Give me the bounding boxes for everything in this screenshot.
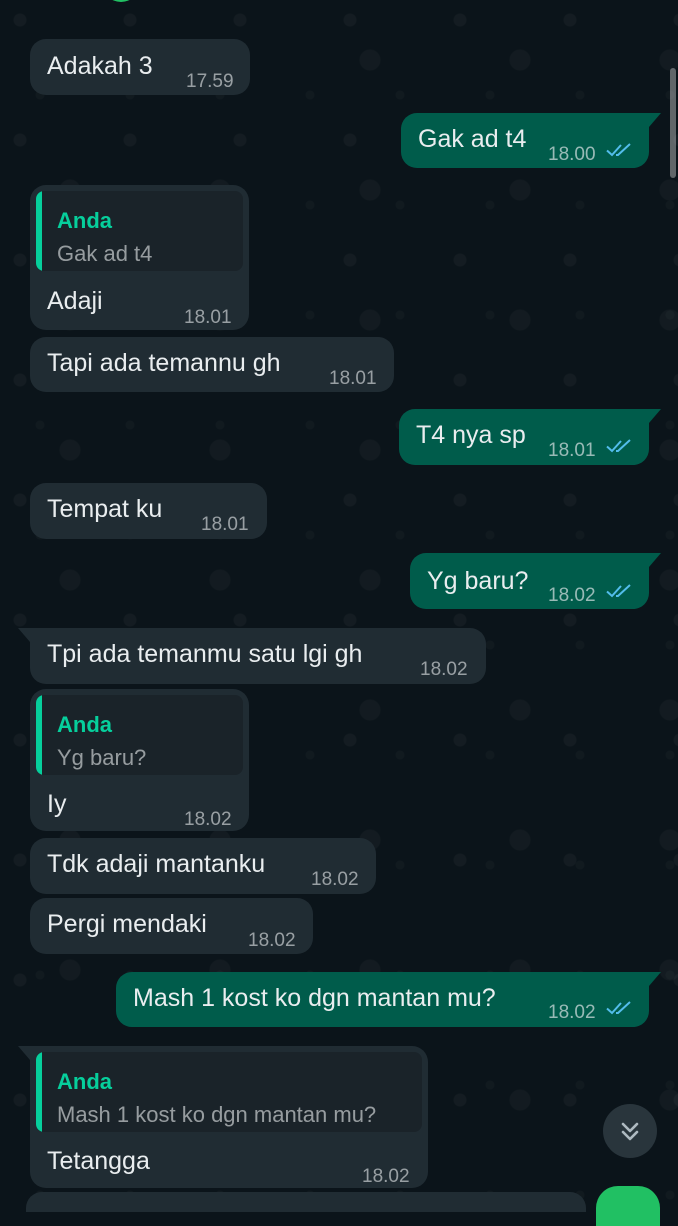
message-time: 18.01 [201, 514, 249, 535]
message-outgoing[interactable]: Yg baru? 18.02 [410, 553, 661, 609]
quote-accent-bar [36, 1052, 42, 1132]
bubble-tail [649, 409, 661, 423]
bubble-tail [649, 113, 661, 127]
message-incoming[interactable]: Tapi ada temannu gh 18.01 [30, 337, 394, 392]
message-text: Pergi mendaki [47, 910, 207, 938]
message-text: Tempat ku [47, 495, 163, 523]
quoted-message[interactable]: Anda Yg baru? [36, 695, 243, 775]
action-fab[interactable] [596, 1186, 660, 1226]
quoted-author: Anda [57, 208, 112, 233]
scroll-to-bottom-button[interactable] [603, 1104, 657, 1158]
message-text: T4 nya sp [416, 421, 526, 449]
message-incoming-reply[interactable]: Anda Gak ad t4 Adaji 18.01 [30, 185, 249, 330]
message-time: 18.02 [184, 809, 232, 830]
quoted-author: Anda [57, 1069, 112, 1094]
message-text: Iy [47, 790, 67, 818]
next-message-partial [26, 1192, 586, 1212]
message-time: 18.02 [548, 585, 596, 606]
chevron-double-down-icon [621, 1122, 639, 1141]
message-text: Mash 1 kost ko dgn mantan mu? [133, 984, 496, 1012]
message-incoming[interactable]: Adakah 3 17.59 [30, 39, 250, 95]
message-incoming[interactable]: Tempat ku 18.01 [30, 483, 267, 539]
message-incoming[interactable]: Tdk adaji mantanku 18.02 [30, 838, 376, 894]
quoted-message[interactable]: Anda Mash 1 kost ko dgn mantan mu? [36, 1052, 422, 1132]
message-text: Tetangga [47, 1147, 150, 1175]
message-time: 18.02 [548, 1002, 596, 1023]
double-check-icon [606, 143, 631, 157]
message-time: 18.01 [329, 368, 377, 389]
message-incoming-reply[interactable]: Anda Mash 1 kost ko dgn mantan mu? Tetan… [18, 1046, 428, 1188]
message-incoming[interactable]: Pergi mendaki 18.02 [30, 898, 313, 954]
message-time: 18.02 [362, 1166, 410, 1187]
double-check-icon [606, 1001, 631, 1015]
quote-accent-bar [36, 695, 42, 775]
message-incoming-reply[interactable]: Anda Yg baru? Iy 18.02 [30, 689, 249, 831]
message-incoming[interactable]: Tpi ada temanmu satu lgi gh 18.02 [18, 628, 486, 684]
message-outgoing[interactable]: Mash 1 kost ko dgn mantan mu? 18.02 [116, 972, 661, 1027]
message-text: Tapi ada temannu gh [47, 349, 281, 377]
message-text: Tpi ada temanmu satu lgi gh [47, 640, 363, 668]
bubble-tail [18, 628, 30, 642]
message-text: Adaji [47, 287, 103, 315]
double-check-icon [606, 439, 631, 453]
message-time: 18.01 [548, 440, 596, 461]
message-time: 18.02 [311, 869, 359, 890]
bubble-tail [649, 972, 661, 986]
quoted-text: Gak ad t4 [57, 241, 153, 266]
message-outgoing[interactable]: T4 nya sp 18.01 [399, 409, 661, 465]
quoted-author: Anda [57, 712, 112, 737]
message-text: Yg baru? [427, 567, 529, 595]
message-outgoing[interactable]: Gak ad t4 18.00 [401, 113, 661, 168]
quoted-text: Mash 1 kost ko dgn mantan mu? [57, 1102, 377, 1127]
double-check-icon [606, 584, 631, 598]
message-text: Adakah 3 [47, 52, 153, 80]
message-time: 18.02 [248, 930, 296, 951]
message-time: 17.59 [186, 71, 234, 92]
bubble-tail [18, 1046, 30, 1060]
message-time: 18.02 [420, 659, 468, 680]
message-text: Gak ad t4 [418, 125, 527, 153]
message-time: 18.00 [548, 144, 596, 165]
scrollbar-thumb[interactable] [670, 68, 676, 178]
message-text: Tdk adaji mantanku [47, 850, 266, 878]
message-time: 18.01 [184, 307, 232, 328]
quote-accent-bar [36, 191, 42, 271]
quoted-text: Yg baru? [57, 745, 147, 770]
quoted-message[interactable]: Anda Gak ad t4 [36, 191, 243, 271]
bubble-tail [649, 553, 661, 567]
